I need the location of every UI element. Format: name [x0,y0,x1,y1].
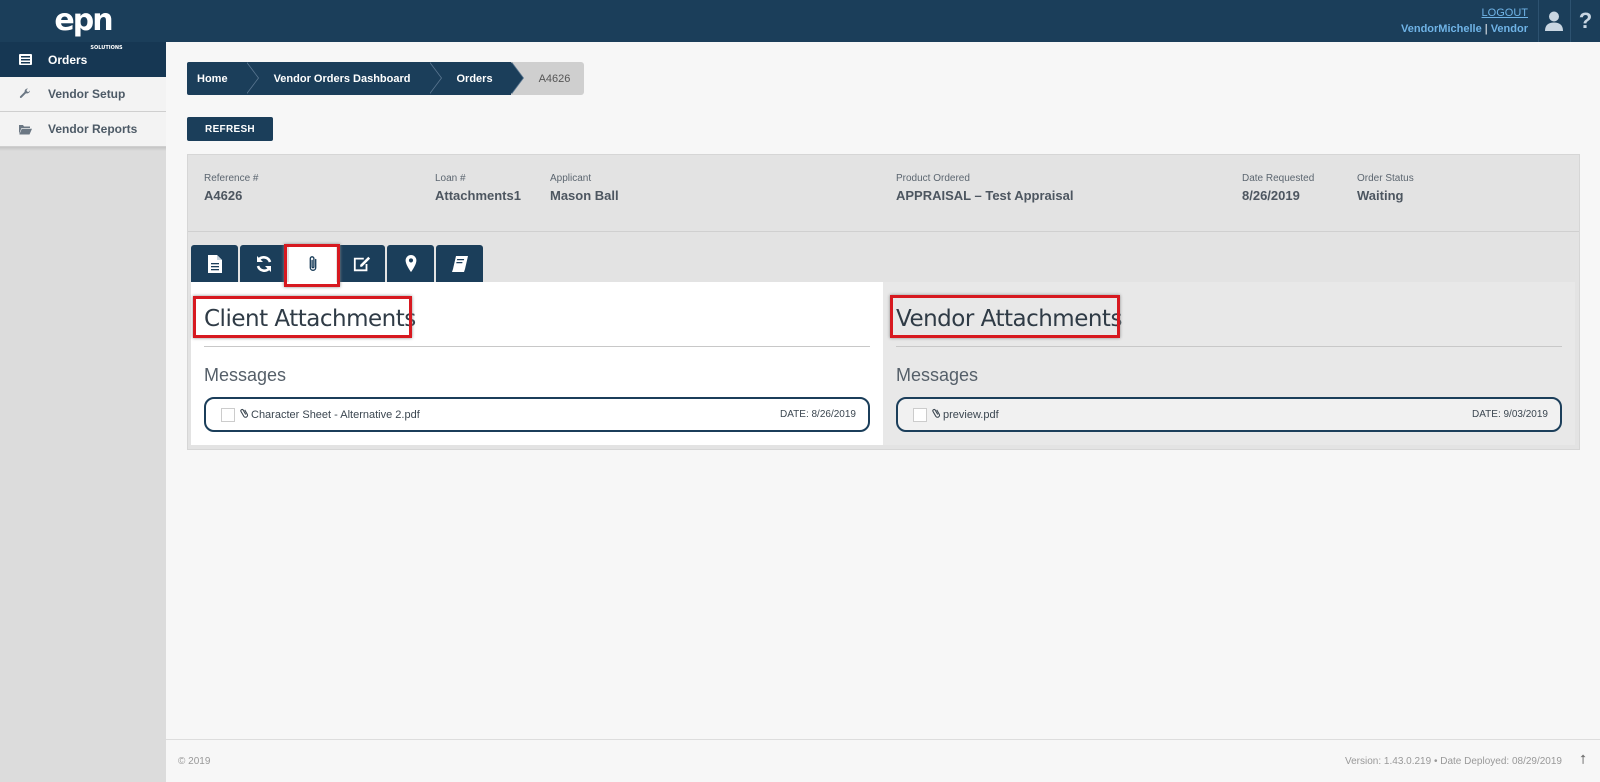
order-status-value: Waiting [1357,188,1404,203]
client-attachment-row[interactable]: Character Sheet - Alternative 2.pdf DATE… [204,397,870,432]
logout-link[interactable]: LOGOUT [1482,7,1528,19]
list-icon [18,53,32,67]
vendor-attachment-filename: preview.pdf [943,409,999,421]
order-status-label: Order Status [1357,173,1414,184]
help-icon: ? [1578,8,1593,33]
breadcrumb-vendor-orders-dashboard[interactable]: Vendor Orders Dashboard [245,62,442,95]
help-button[interactable]: ? [1570,0,1600,42]
sidebar-item-vendor-reports[interactable]: Vendor Reports [0,112,166,147]
loan-value: Attachments1 [435,188,521,203]
tab-log[interactable] [436,245,483,282]
date-requested-field: Date Requested 8/26/2019 [1242,173,1314,203]
user-separator: | [1484,23,1488,35]
user-profile-button[interactable] [1538,0,1568,42]
user-icon [1544,11,1563,31]
client-attachment-link[interactable]: Character Sheet - Alternative 2.pdf [240,408,420,422]
vendor-attachment-date: DATE: 9/03/2019 [1472,409,1548,420]
client-attachment-date: DATE: 8/26/2019 [780,409,856,420]
applicant-label: Applicant [550,173,592,184]
vendor-attachment-checkbox[interactable] [913,408,927,422]
vendor-messages-heading: Messages [896,365,979,385]
tab-status-updates[interactable] [240,245,287,282]
logo[interactable]: epn SOLUTIONS [0,0,166,51]
scroll-top-icon[interactable]: ⭡ [1580,752,1586,768]
footer: © 2019 Version: 1.43.0.219 • Date Deploy… [166,739,1600,782]
order-panel: Reference # A4626 Loan # Attachments1 Ap… [187,154,1580,450]
reference-label: Reference # [204,173,259,184]
order-status-field: Order Status Waiting [1357,173,1414,203]
folder-open-icon [18,122,32,136]
tab-location[interactable] [387,245,434,282]
wrench-icon [18,87,32,101]
highlight-box-vendor-title [890,295,1120,338]
top-bar: LOGOUT VendorMichelle | Vendor ? [166,0,1600,42]
document-icon [207,254,222,273]
divider [188,231,1579,232]
client-messages-heading: Messages [204,365,287,385]
username: VendorMichelle [1401,23,1482,35]
loan-field: Loan # Attachments1 [435,173,521,203]
product-value: APPRAISAL – Test Appraisal [896,188,1074,203]
edit-icon [353,256,370,271]
highlight-box-tab [284,244,340,287]
version-info: Version: 1.43.0.219 • Date Deployed: 08/… [1345,756,1562,767]
breadcrumb: Home Vendor Orders Dashboard Orders A462… [187,62,585,95]
product-field: Product Ordered APPRAISAL – Test Apprais… [896,173,1073,203]
sidebar-item-label: Vendor Setup [48,87,126,101]
product-label: Product Ordered [896,173,970,184]
copyright: © 2019 [178,756,211,767]
sidebar-shadow [0,147,166,151]
divider [204,346,870,347]
applicant-field: Applicant Mason Ball [550,173,619,203]
paperclip-icon [240,408,249,422]
tab-notes[interactable] [338,245,385,282]
book-icon [451,255,468,272]
sidebar: epn SOLUTIONS Orders Vendor Setup Vendor … [0,0,166,782]
client-attachment-filename: Character Sheet - Alternative 2.pdf [251,409,420,421]
vendor-attachment-link[interactable]: preview.pdf [932,408,999,422]
paperclip-icon [932,408,941,422]
refresh-icon [256,255,271,272]
date-requested-label: Date Requested [1242,173,1315,184]
sidebar-item-vendor-setup[interactable]: Vendor Setup [0,77,166,112]
divider [896,346,1562,347]
sidebar-item-label: Vendor Reports [48,122,138,136]
client-attachment-checkbox[interactable] [221,408,235,422]
breadcrumb-home[interactable]: Home [187,62,259,95]
date-requested-value: 8/26/2019 [1242,188,1300,203]
loan-label: Loan # [435,173,466,184]
user-info: VendorMichelle | Vendor [1401,23,1528,35]
vendor-attachment-row[interactable]: preview.pdf DATE: 9/03/2019 [896,397,1562,432]
logo-subtext: SOLUTIONS [90,45,123,51]
reference-value: A4626 [204,188,243,203]
refresh-button[interactable]: REFRESH [187,117,273,141]
applicant-value: Mason Ball [550,188,619,203]
sidebar-item-orders[interactable]: Orders [0,42,166,77]
map-marker-icon [405,254,416,272]
user-role: Vendor [1490,23,1528,35]
tab-details[interactable] [191,245,238,282]
reference-field: Reference # A4626 [204,173,258,203]
highlight-box-client-title [193,296,412,338]
sidebar-item-label: Orders [48,52,88,67]
